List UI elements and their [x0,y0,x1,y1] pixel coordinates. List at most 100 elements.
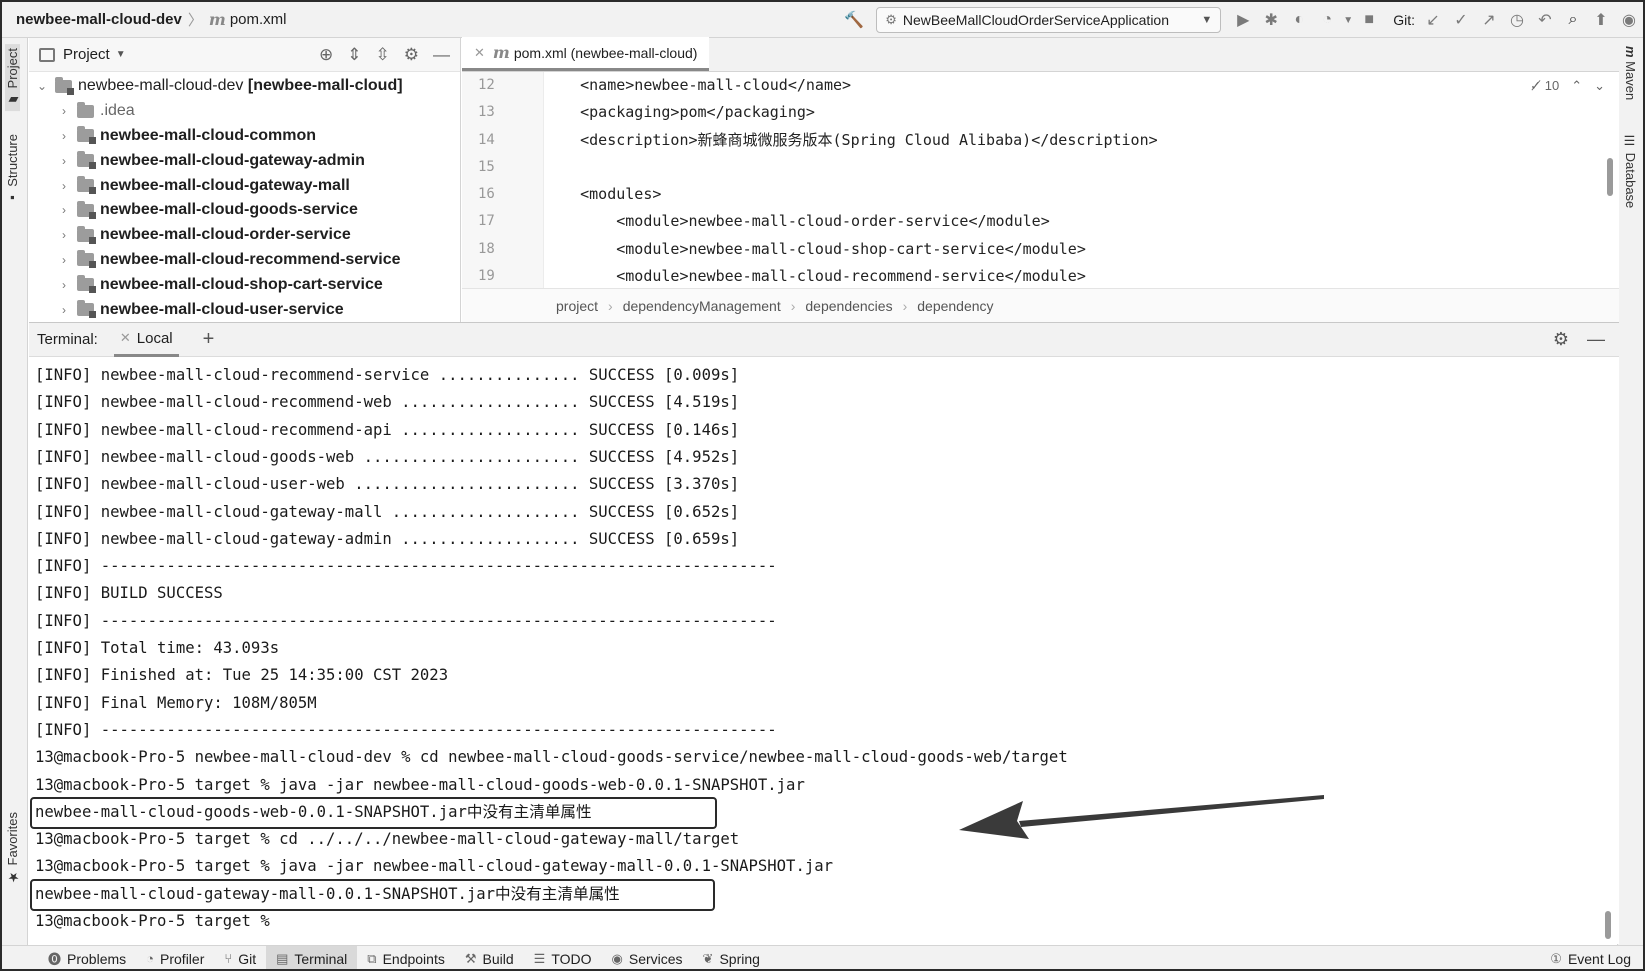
chevron-down-icon[interactable]: ⌄ [1594,78,1605,94]
chevron-right-icon[interactable]: › [57,203,71,217]
tab-profiler[interactable]: ◔ Profiler [136,946,214,970]
project-crumb[interactable]: newbee-mall-cloud-dev [16,11,182,28]
terminal-panel: Terminal: ✕ Local + ⚙ — [INFO] newbee-ma… [29,322,1619,944]
tab-database[interactable]: ☰ Database [1623,134,1638,208]
tab-git[interactable]: ⑂ Git [214,946,266,970]
git-push-icon[interactable]: ↗ [1475,6,1503,34]
tree-item[interactable]: › .idea [29,99,460,124]
tool-label: Build [482,950,514,967]
file-crumb[interactable]: pom.xml [230,11,287,28]
inspection-widget[interactable]: ✓̸ 10 ⌃ ⌄ [1530,78,1605,94]
tab-pom-xml[interactable]: ✕ m pom.xml (newbee-mall-cloud) [462,37,710,71]
tab-spring[interactable]: ❦ Spring [693,946,770,970]
new-tab-plus-icon[interactable]: + [203,328,215,351]
run-icon[interactable]: ▶ [1229,6,1257,34]
breadcrumb-item[interactable]: dependency [917,298,993,314]
chevron-right-icon[interactable]: › [57,154,71,168]
close-icon[interactable]: ✕ [120,330,131,346]
gear-icon[interactable]: ⚙ [1553,329,1569,350]
jetbrains-logo-icon[interactable]: ◉ [1615,6,1643,34]
code-area[interactable]: 12 13 14 15 16 17 18 19 <name>newbee-mal… [462,72,1619,288]
tree-item[interactable]: › newbee-mall-cloud-recommend-service [29,248,460,273]
tab-build[interactable]: ⚒ Build [455,946,524,970]
collapse-all-icon[interactable]: ⇳ [376,45,390,65]
git-update-icon[interactable]: ↙ [1419,6,1447,34]
event-log-button[interactable]: ① Event Log [1540,946,1643,970]
git-label: Git: [1393,12,1415,28]
expand-all-icon[interactable]: ⇕ [347,45,361,65]
search-icon[interactable]: ⌕ [1559,6,1587,34]
breadcrumb-separator: › [790,297,796,314]
terminal-line: [INFO] ---------------------------------… [35,557,777,576]
tab-services[interactable]: ◉ Services [602,946,693,970]
tab-endpoints[interactable]: ⧉ Endpoints [357,946,455,970]
tree-item[interactable]: › newbee-mall-cloud-common [29,124,460,149]
module-folder-icon [77,200,96,219]
terminal-label: Terminal: [37,331,98,348]
folder-icon [77,101,94,118]
tab-project[interactable]: ▰ Project [5,44,20,112]
tab-label: pom.xml (newbee-mall-cloud) [513,44,698,61]
tool-label: TODO [551,950,592,967]
editor-scrollbar[interactable] [1607,158,1613,196]
run-config-selector[interactable]: ⚙ NewBeeMallCloudOrderServiceApplication… [876,7,1222,33]
breadcrumb-item[interactable]: dependencies [805,298,892,314]
tab-todo[interactable]: ☰ TODO [524,946,602,970]
tree-item-root[interactable]: ⌄ newbee-mall-cloud-dev [newbee-mall-clo… [29,74,460,99]
profile-icon[interactable]: ◔ [1313,6,1341,34]
breadcrumb-item[interactable]: project [556,298,598,314]
tab-problems[interactable]: ⓿ Problems [38,946,136,970]
hammer-icon[interactable]: 🔨 [840,6,868,34]
tree-item-label: newbee-mall-cloud-recommend-service [100,250,401,268]
tab-structure[interactable]: ▪ Structure [5,134,20,205]
chevron-right-icon[interactable]: › [57,179,71,193]
tree-item[interactable]: › newbee-mall-cloud-user-service [29,297,460,322]
close-icon[interactable]: ✕ [474,45,485,61]
chevron-right-icon[interactable]: › [57,104,71,118]
terminal-line: [INFO] BUILD SUCCESS [35,584,223,603]
terminal-line: [INFO] Final Memory: 108M/805M [35,693,317,712]
title-bar: newbee-mall-cloud-dev 〉 m pom.xml 🔨 ⚙ Ne… [2,2,1643,38]
tab-terminal[interactable]: ▤ Terminal [266,945,358,969]
history-icon[interactable]: ◷ [1503,6,1531,34]
chevron-right-icon[interactable]: › [57,278,71,292]
tab-maven[interactable]: m Maven [1623,46,1638,100]
chevron-right-icon[interactable]: › [57,253,71,267]
coverage-icon[interactable]: ◐ [1285,6,1313,34]
stop-icon[interactable]: ■ [1355,6,1383,34]
breadcrumb-item[interactable]: dependencyManagement [623,298,781,314]
crumb-separator: 〉 [187,12,203,29]
tool-window-bar: ⓿ Problems ◔ Profiler ⑂ Git ▤ Terminal ⧉ Endp… [2,945,1643,970]
locate-icon[interactable]: ⊕ [319,45,333,65]
chevron-down-icon[interactable]: ▼ [116,49,126,60]
debug-icon[interactable]: ✱ [1257,6,1285,34]
chevron-down-icon[interactable]: ⌄ [35,79,49,93]
terminal-scrollbar[interactable] [1605,911,1611,939]
tree-item[interactable]: › newbee-mall-cloud-shop-cart-service [29,272,460,297]
chevron-right-icon[interactable]: › [57,228,71,242]
git-commit-icon[interactable]: ✓ [1447,6,1475,34]
arrow-shaft [1019,795,1324,827]
tab-local[interactable]: ✕ Local [113,323,179,357]
tab-favorites[interactable]: ★ Favorites [5,812,20,884]
module-folder-icon [55,76,74,95]
hide-icon[interactable]: — [433,45,450,65]
tree-item[interactable]: › newbee-mall-cloud-order-service [29,223,460,248]
chevron-right-icon[interactable]: › [57,129,71,143]
terminal-line: [INFO] ---------------------------------… [35,720,777,739]
tree-item[interactable]: › newbee-mall-cloud-gateway-mall [29,173,460,198]
tree-item[interactable]: › newbee-mall-cloud-gateway-admin [29,148,460,173]
project-panel-tools: ⊕ ⇕ ⇳ ⚙ — [319,45,460,65]
tree-item[interactable]: › newbee-mall-cloud-goods-service [29,198,460,223]
project-panel: Project ▼ ⊕ ⇕ ⇳ ⚙ — ⌄ newbee-mall-cloud-… [29,38,461,322]
git-icon: ⑂ [224,951,233,966]
ide-update-icon[interactable]: ⬆ [1587,6,1615,34]
more-run-icon[interactable]: ▼ [1341,6,1355,34]
project-panel-title[interactable]: Project [63,46,110,63]
chevron-right-icon[interactable]: › [57,303,71,317]
gear-icon[interactable]: ⚙ [404,45,419,65]
hide-icon[interactable]: — [1587,329,1605,350]
rollback-icon[interactable]: ↶ [1531,6,1559,34]
chevron-up-icon[interactable]: ⌃ [1571,78,1582,94]
terminal-output[interactable]: [INFO] newbee-mall-cloud-recommend-servi… [29,357,1619,945]
